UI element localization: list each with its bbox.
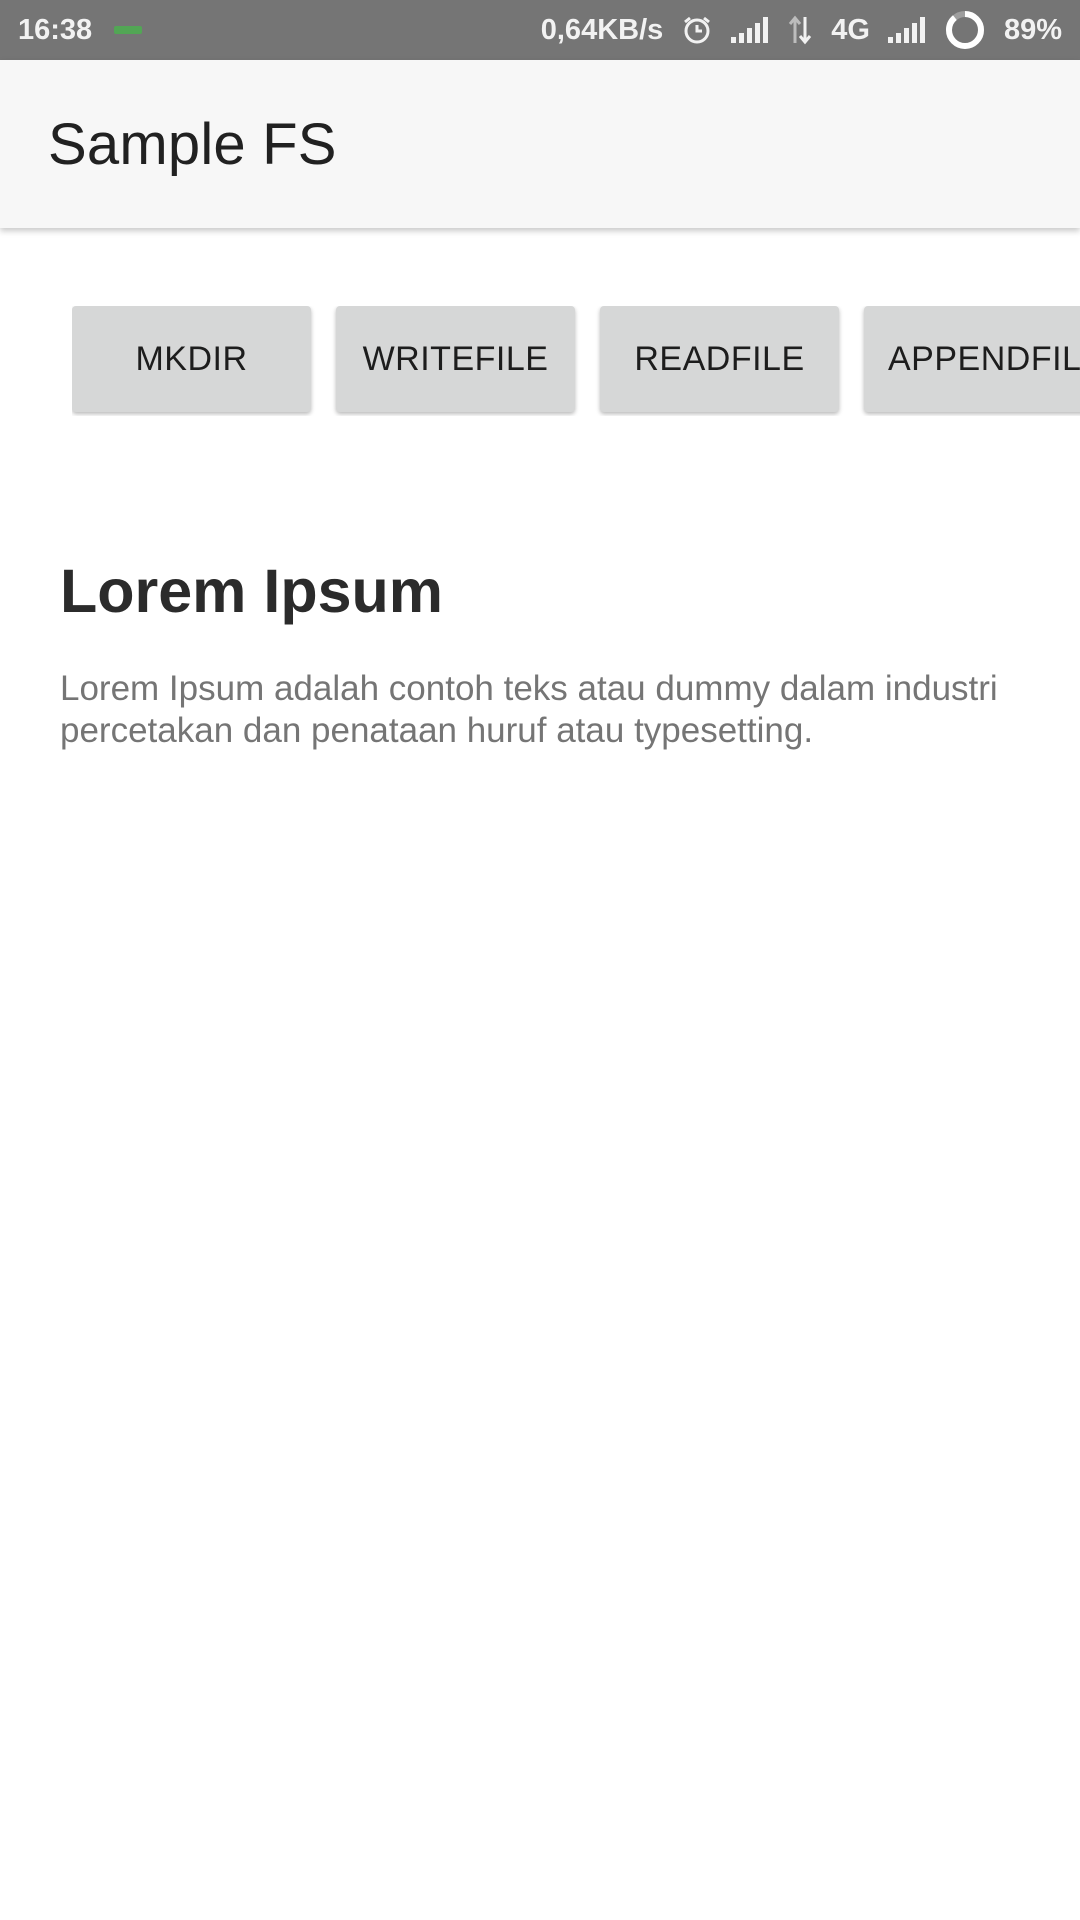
app-bar: Sample FS [0,60,1080,228]
app-title: Sample FS [48,111,337,177]
content-title: Lorem Ipsum [60,557,444,625]
mkdir-button[interactable]: MKDIR [72,306,311,412]
button-row-inner: MKDIR WRITEFILE READFILE APPENDFIL [72,306,1080,412]
appendfile-button[interactable]: APPENDFIL [864,306,1080,412]
notification-indicator-icon [114,26,143,34]
data-arrows-icon [787,15,813,45]
signal-icon [887,17,926,43]
network-speed: 0,64KB/s [540,13,664,46]
alarm-icon [681,14,713,46]
writefile-button[interactable]: WRITEFILE [336,306,575,412]
status-right: 0,64KB/s 4G 89% [541,9,1062,51]
button-row[interactable]: MKDIR WRITEFILE READFILE APPENDFIL [72,306,1080,416]
content-body: Lorem Ipsum adalah contoh teks atau dumm… [60,669,998,750]
status-time: 16:38 [18,13,93,46]
battery-ring-icon [944,9,986,51]
readfile-button[interactable]: READFILE [600,306,839,412]
battery-level: 89% [1003,13,1062,46]
status-left: 16:38 [18,13,143,47]
network-type: 4G [831,13,870,46]
signal-icon [731,17,769,43]
status-bar: 16:38 0,64KB/s 4G 89% [0,0,1080,60]
